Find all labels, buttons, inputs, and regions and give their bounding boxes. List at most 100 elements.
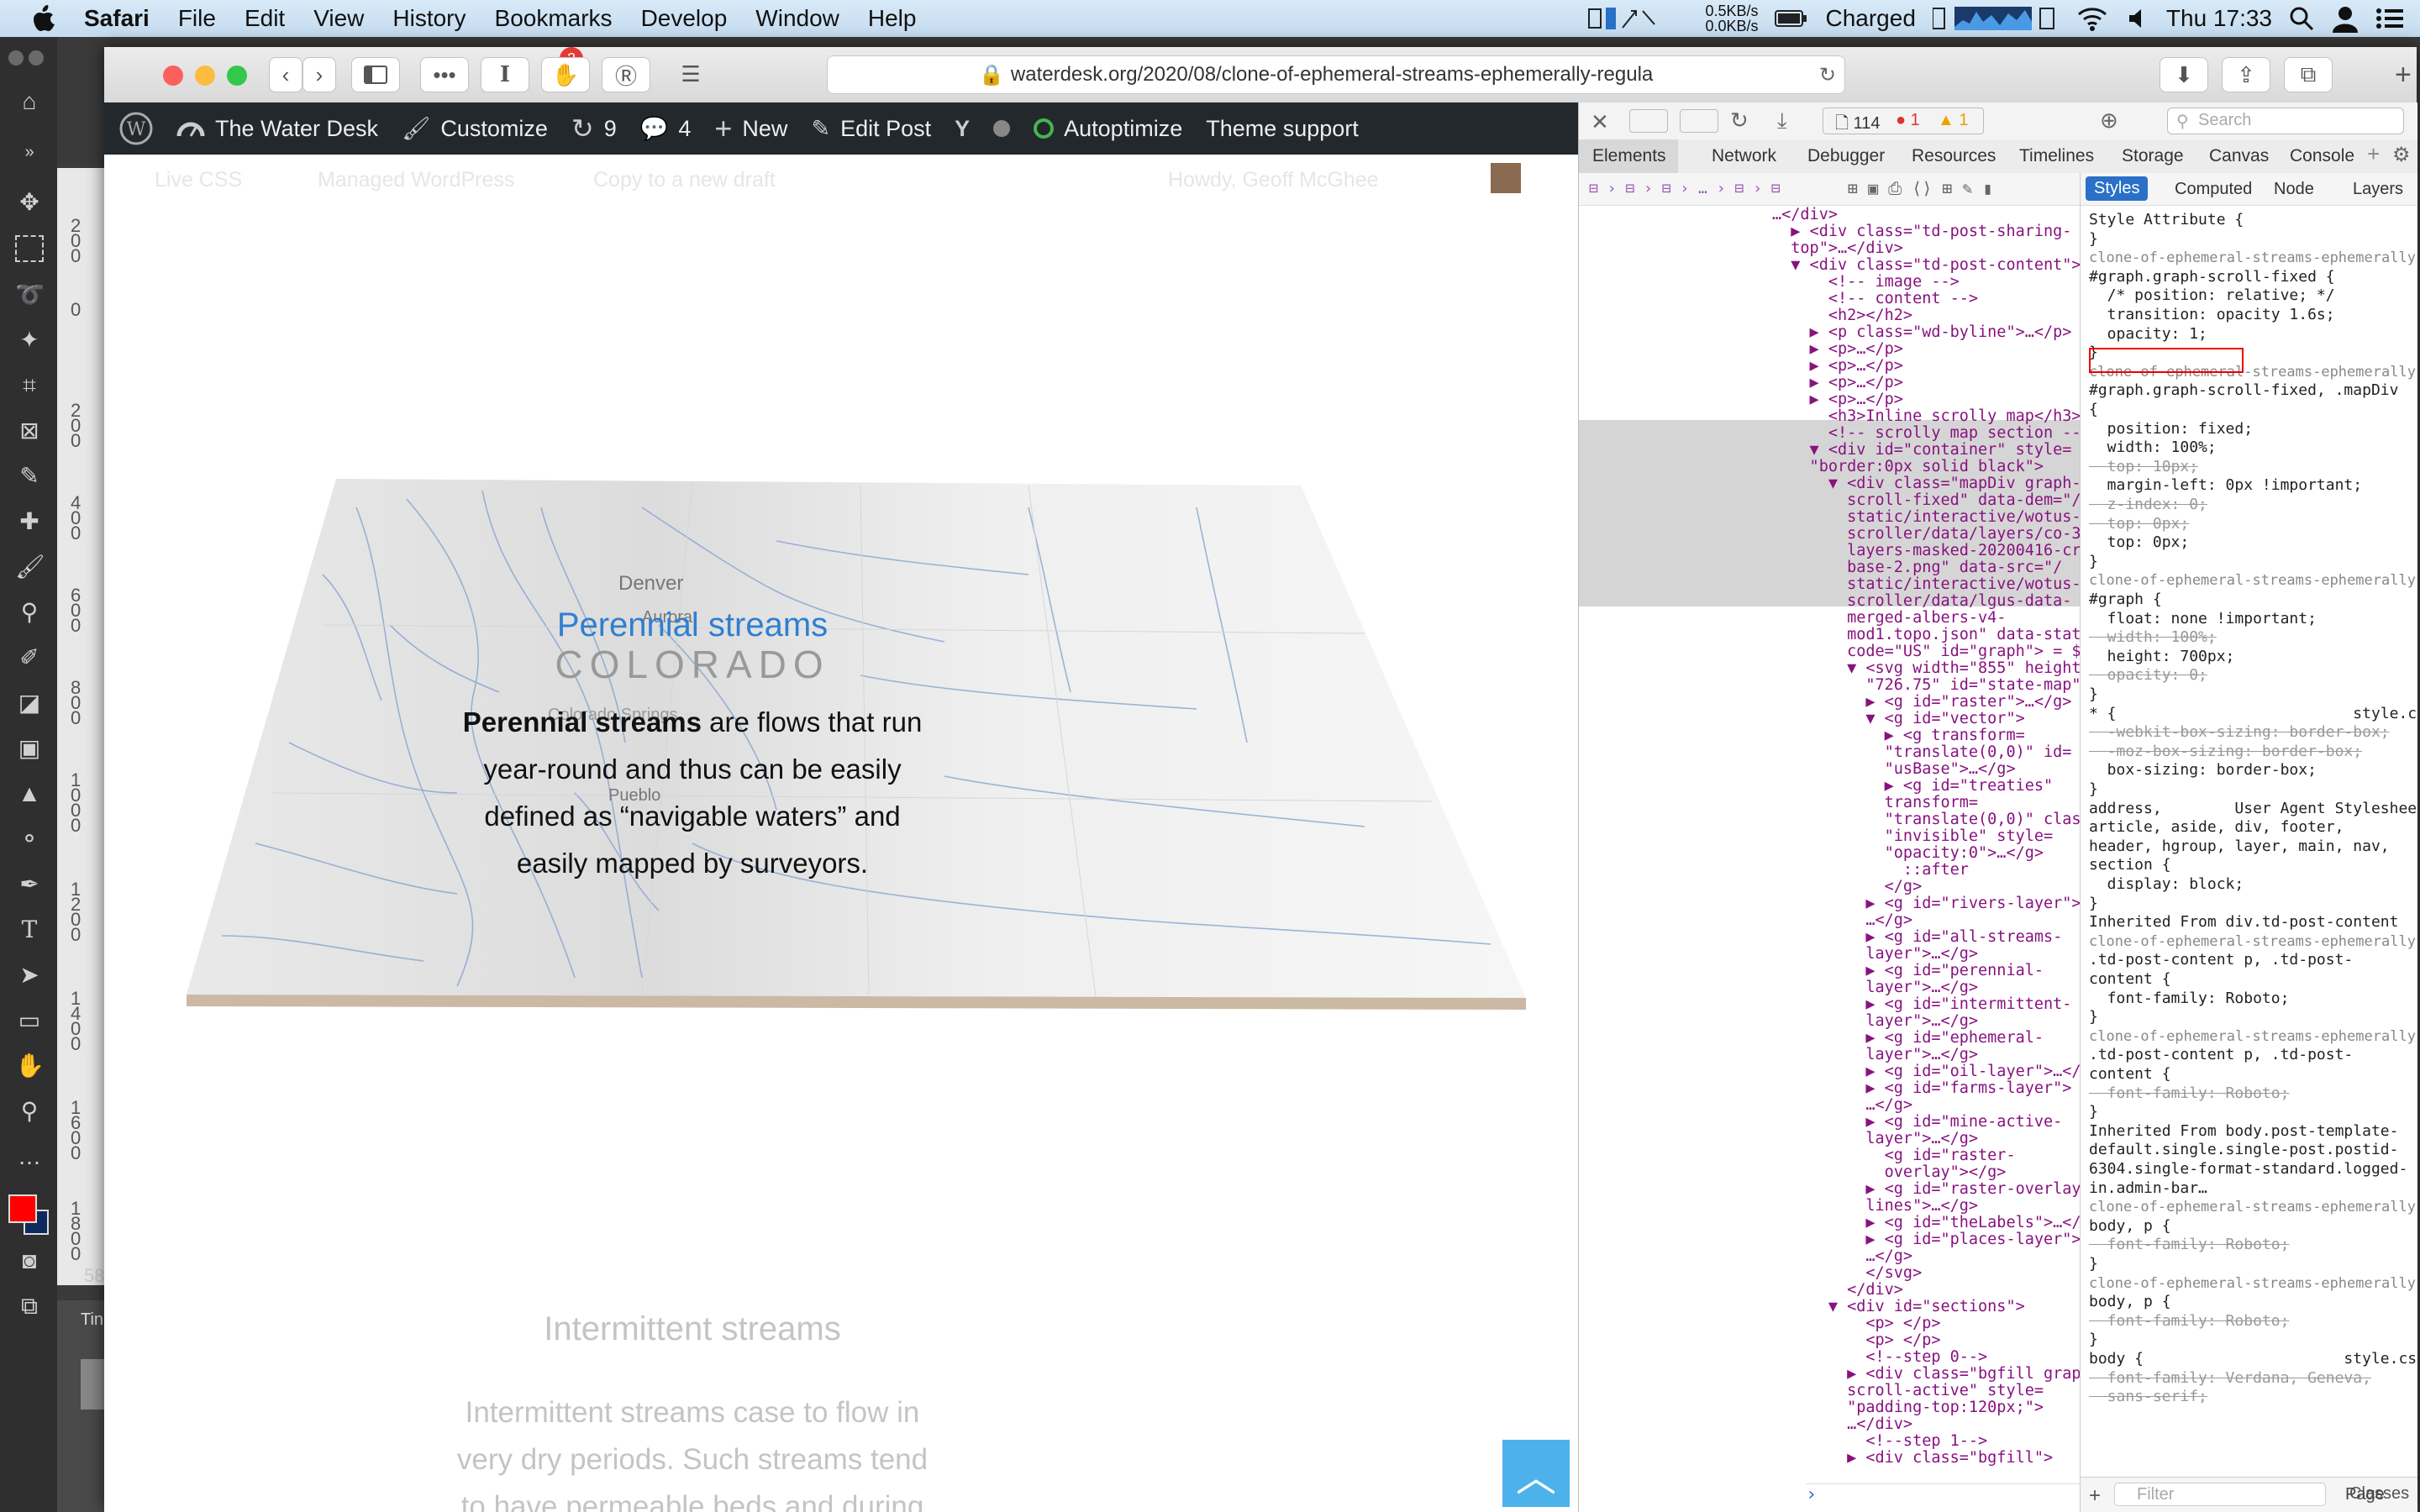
dom-node-line[interactable]: ▼ <div id="container" style= <box>1772 442 2072 459</box>
minimize-window-button[interactable] <box>195 66 215 86</box>
ps-timeline-tab[interactable]: Tin <box>81 1310 103 1330</box>
wifi-icon[interactable] <box>2075 6 2109 31</box>
wordpress-logo-icon[interactable]: W <box>104 112 165 145</box>
reader-button[interactable]: ☰ <box>667 57 714 91</box>
dom-node-line[interactable]: ▼ <g id="vector"> <box>1772 711 2024 727</box>
tabs-button[interactable]: ⧉ <box>2284 57 2333 92</box>
add-tab-icon[interactable]: + <box>2367 141 2380 167</box>
style-rule-line[interactable]: body, p { <box>2089 1294 2171 1310</box>
style-rule-line[interactable]: font-family: Roboto; <box>2089 1312 2290 1330</box>
zoom-window-button[interactable] <box>227 66 247 86</box>
dom-node-line[interactable]: ▶ <g id="perennial- <box>1772 963 2044 979</box>
volume-icon[interactable] <box>2126 7 2149 30</box>
style-rule-line[interactable]: box-sizing: border-box; <box>2089 762 2317 779</box>
more-tools-icon[interactable]: … <box>15 1142 44 1171</box>
reload-page-icon[interactable]: ↻ <box>1730 108 1749 134</box>
tab-console[interactable]: Console <box>2290 146 2354 166</box>
close-window-button[interactable] <box>163 66 183 86</box>
menu-view[interactable]: View <box>299 5 378 32</box>
settings-gear-icon[interactable]: ⚙ <box>2392 143 2411 167</box>
dom-node-line[interactable]: <!--step 0--> <box>1772 1349 1987 1366</box>
new-content-link[interactable]: + New <box>702 111 799 146</box>
style-rule-line[interactable]: float: none !important; <box>2089 610 2317 627</box>
style-rule-line[interactable]: address, User Agent Stylesheet <box>2089 800 2417 817</box>
dom-node-line[interactable]: …</g> <box>1772 912 1912 929</box>
style-rule-line[interactable]: width: 100%; <box>2089 439 2217 456</box>
dom-node-line[interactable]: ▶ <g id="theLabels">…</g> <box>1772 1215 2080 1231</box>
edit-post-link[interactable]: ✎ Edit Post <box>799 116 943 142</box>
style-rule-line[interactable]: clone-of-ephemeral-streams-ephemerally-r… <box>2089 933 2417 950</box>
dom-node-line[interactable]: scroller/data/layers/co-3d- <box>1772 526 2080 543</box>
notification-center-icon[interactable] <box>2376 8 2403 29</box>
style-rule-line[interactable]: * { style.css:423 <box>2089 705 2417 722</box>
apple-icon[interactable] <box>0 4 70 33</box>
adblock-button[interactable]: ✋ <box>541 57 590 92</box>
tab-layers[interactable]: Layers <box>2353 180 2403 199</box>
dom-node-line[interactable]: layer">…</g> <box>1772 979 1978 996</box>
style-rule-line[interactable]: clone-of-ephemeral-streams-ephemerally-r… <box>2089 1199 2417 1215</box>
style-rule-line[interactable]: opacity: 0; <box>2089 667 2207 684</box>
sidebar-button[interactable] <box>351 57 400 92</box>
menu-edit[interactable]: Edit <box>230 5 299 32</box>
dom-node-line[interactable]: ▼ <div id="sections"> <box>1772 1299 2025 1315</box>
back-button[interactable]: ‹ <box>269 57 302 92</box>
reload-icon[interactable]: ↻ <box>1819 63 1836 87</box>
dom-node-line[interactable]: ▶ <g id="intermittent- <box>1772 996 2071 1013</box>
dom-node-line[interactable]: layer">…</g> <box>1772 1013 1978 1030</box>
menu-bookmarks[interactable]: Bookmarks <box>481 5 627 32</box>
magic-wand-icon[interactable]: ✦ <box>15 326 44 354</box>
style-rule-line[interactable]: width: 100%; <box>2089 629 2217 646</box>
style-rule-line[interactable]: clone-of-ephemeral-streams-ephemerally-r… <box>2089 572 2417 589</box>
dom-node-line[interactable]: </svg> <box>1772 1265 1922 1282</box>
layout-tools-icons[interactable]: ⊞ ▣ ⎙ ⟨⟩ ⊞ ✎ ▮ <box>1848 178 1993 198</box>
spotlight-search-icon[interactable] <box>2289 6 2314 31</box>
dom-node-line[interactable]: …</g> <box>1772 1097 1912 1114</box>
dom-node-line[interactable]: ▶ <g transform= <box>1772 727 2025 744</box>
style-rule-line[interactable]: clone-of-ephemeral-streams-ephemerally-r… <box>2089 1275 2417 1292</box>
dom-node-line[interactable]: ▶ <g id="rivers-layer"> <box>1772 895 2080 912</box>
marquee-tool-icon[interactable] <box>15 235 44 262</box>
dom-node-line[interactable]: ▶ <g id="ephemeral- <box>1772 1030 2044 1047</box>
dom-node-line[interactable]: ▶ <div class="bgfill graph- <box>1772 1366 2080 1383</box>
dom-tree[interactable]: …</div> ▶ <div class="td-post-sharing- t… <box>1579 207 2080 1509</box>
hand-tool-icon[interactable]: ✋ <box>15 1052 45 1080</box>
style-rule-line[interactable]: #graph.graph-scroll-fixed, .mapDiv <box>2089 382 2398 399</box>
dom-node-line[interactable]: <h2></h2> <box>1772 307 1912 324</box>
inspector-search-input[interactable]: ⚲ Search <box>2167 108 2404 134</box>
dom-node-line[interactable]: ▶ <p>…</p> <box>1772 358 1903 375</box>
forward-button[interactable]: › <box>302 57 336 92</box>
style-rule-line[interactable]: default.single.single-post.postid- <box>2089 1142 2398 1158</box>
style-rule-line[interactable]: Inherited From body.post-template- <box>2089 1122 2398 1140</box>
style-rule-line[interactable]: .td-post-content p, .td-post- <box>2089 952 2353 969</box>
gradient-tool-icon[interactable]: ▣ <box>15 734 44 763</box>
style-rule-line[interactable]: } <box>2089 1331 2098 1348</box>
style-rule-line[interactable]: } <box>2089 895 2098 912</box>
dom-node-line[interactable]: "opacity:0">…</g> <box>1772 845 2044 862</box>
yoast-icon[interactable]: Y <box>943 116 981 142</box>
target-icon[interactable]: ⊕ <box>2100 108 2118 134</box>
style-rule-line[interactable]: #graph { <box>2089 591 2162 608</box>
scroll-to-top-button[interactable]: ︿ <box>1502 1440 1570 1507</box>
lasso-tool-icon[interactable]: ➰ <box>15 281 45 309</box>
home-icon[interactable]: ⌂ <box>15 87 44 116</box>
crop-tool-icon[interactable]: ⌗ <box>15 371 44 400</box>
dom-node-line[interactable]: <!-- image --> <box>1772 274 1960 291</box>
style-rule-line[interactable]: top: 0px; <box>2089 534 2190 551</box>
collapse-icon[interactable]: » <box>15 138 44 166</box>
dom-node-line[interactable]: ▶ <g id="raster-overlay- <box>1772 1181 2080 1198</box>
dom-node-line[interactable]: overlay"></g> <box>1772 1164 2007 1181</box>
path-selection-icon[interactable]: ➤ <box>15 961 44 990</box>
extensions-button[interactable]: ••• <box>420 57 469 92</box>
dom-node-line[interactable]: "border:0px solid black"> <box>1772 459 2044 475</box>
add-rule-icon[interactable]: + <box>2089 1484 2101 1508</box>
style-rule-line[interactable]: sans-serif; <box>2089 1389 2207 1405</box>
dom-node-line[interactable]: ▶ <g id="treaties" <box>1772 778 2054 795</box>
dock-bottom-button[interactable] <box>1680 109 1718 133</box>
eyedropper-icon[interactable]: ✎ <box>15 462 44 491</box>
dom-node-line[interactable]: <!--step 1--> <box>1772 1433 1987 1450</box>
pen-tool-icon[interactable]: ✒ <box>15 870 44 899</box>
dom-node-line[interactable]: layer">…</g> <box>1772 1131 1978 1147</box>
dom-node-line[interactable]: <g id="raster- <box>1772 1147 2016 1164</box>
style-rule-line[interactable]: 6304.single-format-standard.logged- <box>2089 1161 2407 1178</box>
battery-status[interactable]: Charged <box>1825 5 1915 32</box>
